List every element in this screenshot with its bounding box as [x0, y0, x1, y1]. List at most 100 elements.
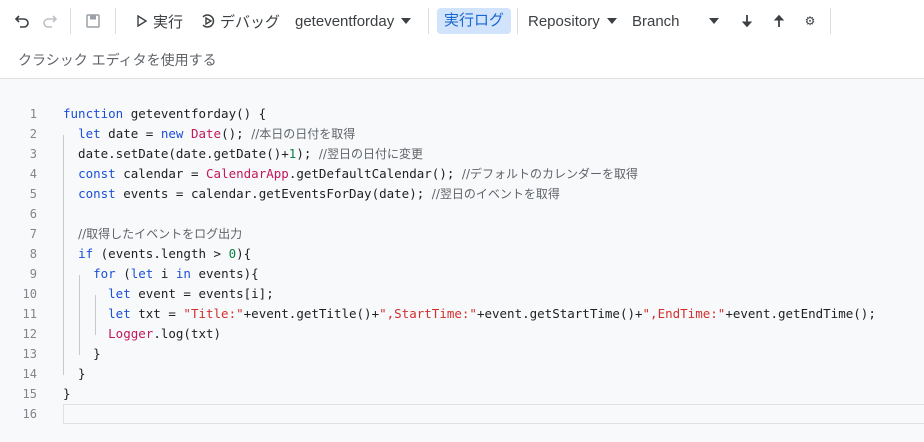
code-line: 6 [0, 204, 924, 224]
code-token: +event.getStartTime()+ [476, 306, 643, 321]
code-line: 3 date.setDate(date.getDate()+1); //翌日の日… [0, 144, 924, 164]
save-icon[interactable] [83, 7, 103, 35]
code-token: calendar = [115, 166, 207, 181]
code-editor[interactable]: 1 function geteventforday() {2 let date =… [0, 78, 924, 442]
code-text: } [63, 344, 101, 364]
redo-icon[interactable] [40, 7, 60, 35]
code-text: let txt = "Title:"+event.getTitle()+",St… [63, 304, 876, 324]
play-icon [136, 15, 148, 27]
code-token: date = [100, 126, 161, 141]
code-token: 0 [228, 246, 237, 261]
code-text: const calendar = CalendarApp.getDefaultC… [63, 164, 638, 184]
line-number: 14 [22, 367, 37, 381]
code-token: events){ [190, 266, 259, 281]
chevron-down-icon [709, 18, 719, 24]
code-token: let [130, 266, 154, 281]
code-token: date.setDate(date.getDate()+ [63, 146, 289, 161]
code-token: CalendarApp [206, 166, 289, 181]
arrow-up-icon[interactable] [771, 7, 787, 35]
code-token: (events.length > [93, 246, 229, 261]
line-number: 2 [29, 127, 37, 141]
toolbar-divider [70, 8, 71, 34]
code-token: //デフォルトのカレンダーを取得 [461, 167, 638, 181]
code-token: const [78, 166, 116, 181]
current-line-highlight [63, 404, 924, 424]
classic-editor-link[interactable]: クラシック エディタを使用する [18, 50, 217, 70]
execution-log-button[interactable]: 実行ログ [437, 8, 512, 34]
debug-label: デバッグ [220, 13, 281, 31]
code-line: 9 for (let i in events){ [0, 264, 924, 284]
undo-icon[interactable] [12, 7, 32, 35]
repository-label: Repository [528, 12, 600, 30]
run-button[interactable]: 実行 [136, 7, 183, 35]
code-token: +event.getEndTime(); [725, 306, 876, 321]
code-text: date.setDate(date.getDate()+1); //翌日の日付に… [63, 144, 423, 164]
code-line: 10 let event = events[i]; [0, 284, 924, 304]
code-token: ( [115, 266, 131, 281]
line-number: 4 [29, 167, 37, 181]
code-token: } [63, 386, 71, 401]
chevron-down-icon [606, 18, 617, 24]
code-token: let [108, 286, 131, 301]
code-token: ",StartTime:" [379, 306, 477, 321]
execution-log-label: 実行ログ [444, 12, 505, 29]
code-token: ); [296, 146, 319, 161]
line-number: 3 [29, 147, 37, 161]
code-token: } [63, 366, 86, 381]
code-line: 8 if (events.length > 0){ [0, 244, 924, 264]
toolbar-divider [517, 8, 518, 34]
code-line: 4 const calendar = CalendarApp.getDefaul… [0, 164, 924, 184]
code-line: 2 let date = new Date(); //本日の日付を取得 [0, 124, 924, 144]
line-number: 16 [22, 407, 37, 421]
code-text: Logger.log(txt) [63, 324, 221, 344]
code-token: //翌日のイベントを取得 [431, 187, 560, 201]
code-line: 15} [0, 384, 924, 404]
code-text: function geteventforday() { [63, 104, 266, 124]
code-token: let [108, 306, 131, 321]
code-token: geteventforday() { [123, 106, 267, 121]
code-text: let event = events[i]; [63, 284, 274, 304]
code-line: 13 } [0, 344, 924, 364]
toolbar: 実行 デバッグ geteventforday 実行ログ Repository B… [0, 0, 924, 42]
gear-icon[interactable]: ⚙ [803, 7, 817, 35]
code-token: in [175, 266, 191, 281]
code-token: "Title:" [183, 306, 244, 321]
arrow-down-icon[interactable] [739, 7, 755, 35]
line-number: 15 [22, 387, 37, 401]
line-number: 1 [29, 107, 37, 121]
code-token: events = calendar.getEventsForDay(date); [115, 186, 432, 201]
code-token: +event.getTitle()+ [243, 306, 380, 321]
debug-button[interactable]: デバッグ [200, 7, 280, 35]
code-text: let date = new Date(); //本日の日付を取得 [63, 124, 355, 144]
code-text: } [63, 384, 71, 404]
code-text: for (let i in events){ [63, 264, 259, 284]
branch-label: Branch [632, 12, 680, 30]
code-token: Date [190, 126, 222, 141]
code-line: 7 //取得したイベントをログ出力 [0, 224, 924, 244]
code-token: let [78, 126, 101, 141]
code-token: //本日の日付を取得 [251, 127, 356, 141]
code-token: //翌日の日付に変更 [318, 147, 423, 161]
code-token: } [63, 346, 101, 361]
code-line: 11 let txt = "Title:"+event.getTitle()+"… [0, 304, 924, 324]
toolbar-divider [115, 8, 116, 34]
code-token: //取得したイベントをログ出力 [78, 227, 243, 241]
code-token: i [153, 266, 176, 281]
branch-select[interactable]: Branch [632, 7, 722, 35]
line-number: 11 [22, 307, 37, 321]
code-token: txt = [130, 306, 184, 321]
code-token: function [63, 106, 124, 121]
toolbar-divider [428, 8, 429, 34]
code-token: if [78, 246, 94, 261]
function-select[interactable]: geteventforday [295, 7, 412, 35]
line-number: 6 [29, 207, 37, 221]
repository-select[interactable]: Repository [528, 7, 617, 35]
code-token: ){ [236, 246, 252, 261]
